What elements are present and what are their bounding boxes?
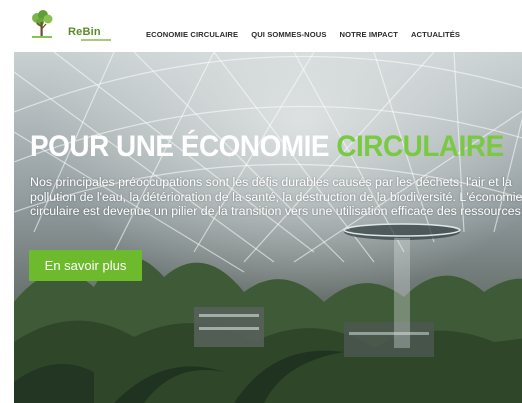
hero-title-main: POUR UNE ÉCONOMIE <box>30 130 337 163</box>
hero-background-image <box>14 52 522 403</box>
hero-section: POUR UNE ÉCONOMIE CIRCULAIRE Nos princip… <box>14 52 522 403</box>
rebin-logo[interactable]: ReBin <box>28 9 111 41</box>
main-nav: ECONOMIE CIRCULAIRE QUI SOMMES-NOUS NOTR… <box>146 30 460 39</box>
nav-item-economie-circulaire[interactable]: ECONOMIE CIRCULAIRE <box>146 30 238 39</box>
hero-title-accent: CIRCULAIRE <box>336 130 504 163</box>
site-header: ReBin ECONOMIE CIRCULAIRE QUI SOMMES-NOU… <box>0 0 522 52</box>
hero-description: Nos principales préoccupations sont les … <box>30 175 522 219</box>
hero-title: POUR UNE ÉCONOMIE CIRCULAIRE <box>30 132 504 162</box>
logo-underline <box>81 39 111 41</box>
nav-item-notre-impact[interactable]: NOTRE IMPACT <box>340 30 398 39</box>
nav-item-qui-sommes-nous[interactable]: QUI SOMMES-NOUS <box>251 30 326 39</box>
en-savoir-plus-button[interactable]: En savoir plus <box>29 250 142 281</box>
logo-wordmark: ReBin <box>68 26 101 38</box>
nav-item-actualites[interactable]: ACTUALITÉS <box>411 30 460 39</box>
page: ReBin ECONOMIE CIRCULAIRE QUI SOMMES-NOU… <box>0 0 522 403</box>
